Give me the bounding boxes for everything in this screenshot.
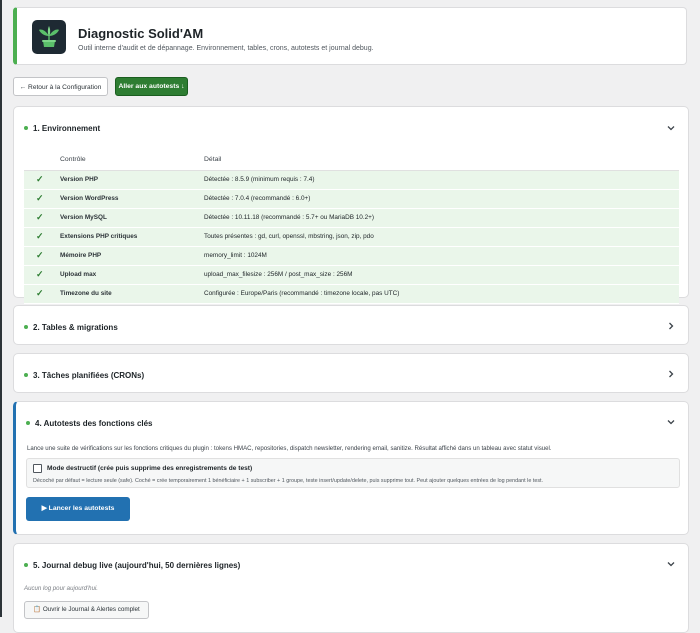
- section-tables-header[interactable]: 2. Tables & migrations: [24, 306, 118, 350]
- status-dot-icon: [24, 562, 28, 567]
- check-icon: ✓: [36, 212, 44, 222]
- status-dot-icon: [24, 324, 28, 329]
- row-detail: Toutes présentes : gd, curl, openssl, mb…: [204, 233, 374, 240]
- row-control: Version MySQL: [60, 214, 107, 221]
- environment-table: Contrôle Détail ✓ Version PHP Détectée :…: [24, 152, 679, 304]
- table-row: ✓ Version MySQL Détectée : 10.11.18 (rec…: [24, 209, 679, 228]
- column-header-detail: Détail: [204, 156, 222, 163]
- status-dot-icon: [26, 420, 30, 425]
- destructive-mode-checkbox[interactable]: [33, 464, 42, 473]
- section-environment: 1. Environnement Contrôle Détail ✓ Versi…: [13, 106, 689, 304]
- section-crons-header[interactable]: 3. Tâches planifiées (CRONs): [24, 354, 144, 398]
- row-detail: upload_max_filesize : 256M / post_max_si…: [204, 271, 353, 278]
- window-edge: [0, 0, 2, 617]
- check-icon: ✓: [36, 269, 44, 279]
- table-row: ✓ Timezone du site Configurée : Europe/P…: [24, 285, 679, 304]
- table-row: ✓ Mémoire PHP memory_limit : 1024M: [24, 247, 679, 266]
- row-detail: Configurée : Europe/Paris (recommandé : …: [204, 290, 400, 297]
- row-detail: Détectée : 7.0.4 (recommandé : 6.0+): [204, 195, 311, 202]
- row-detail: memory_limit : 1024M: [204, 252, 267, 259]
- status-dot-icon: [24, 125, 28, 130]
- row-detail: Détectée : 10.11.18 (recommandé : 5.7+ o…: [204, 214, 375, 221]
- destructive-mode-label[interactable]: Mode destructif (crée puis supprime des …: [47, 465, 252, 472]
- journal-empty-message: Aucun log pour aujourd'hui.: [24, 585, 99, 592]
- autotests-description: Lance une suite de vérifications sur les…: [27, 445, 552, 452]
- row-control: Extensions PHP critiques: [60, 233, 138, 240]
- column-header-control: Contrôle: [60, 156, 86, 163]
- open-journal-button[interactable]: 📋 Ouvrir le Journal & Alertes complet: [24, 601, 149, 619]
- table-row: ✓ Extensions PHP critiques Toutes présen…: [24, 228, 679, 247]
- table-header: Contrôle Détail: [24, 152, 679, 171]
- destructive-mode-help: Décoché par défaut = lecture seule (safe…: [33, 478, 544, 484]
- table-row: ✓ Version PHP Détectée : 8.5.9 (minimum …: [24, 171, 679, 190]
- plant-logo-icon: [39, 26, 59, 47]
- section-autotests-title: 4. Autotests des fonctions clés: [35, 419, 153, 428]
- section-environment-header[interactable]: 1. Environnement: [24, 107, 100, 151]
- table-row: ✓ Upload max upload_max_filesize : 256M …: [24, 266, 679, 285]
- row-control: Upload max: [60, 271, 97, 278]
- check-icon: ✓: [36, 174, 44, 184]
- section-tables-title: 2. Tables & migrations: [33, 323, 118, 332]
- table-row: ✓ Version WordPress Détectée : 7.0.4 (re…: [24, 190, 679, 209]
- section-crons-title: 3. Tâches planifiées (CRONs): [33, 371, 145, 380]
- chevron-down-icon[interactable]: [666, 417, 676, 427]
- section-autotests-header[interactable]: 4. Autotests des fonctions clés: [26, 402, 153, 446]
- check-icon: ✓: [36, 250, 44, 260]
- section-autotests: 4. Autotests des fonctions clés Lance un…: [13, 401, 689, 535]
- page-title: Diagnostic Solid'AM: [78, 26, 204, 41]
- row-control: Mémoire PHP: [60, 252, 102, 259]
- section-journal-header[interactable]: 5. Journal debug live (aujourd'hui, 50 d…: [24, 544, 240, 588]
- chevron-down-icon[interactable]: [666, 559, 676, 569]
- chevron-down-icon[interactable]: [666, 123, 676, 133]
- check-icon: ✓: [36, 288, 44, 298]
- destructive-mode-box: Mode destructif (crée puis supprime des …: [26, 458, 680, 488]
- section-tables[interactable]: 2. Tables & migrations: [13, 305, 689, 345]
- check-icon: ✓: [36, 231, 44, 241]
- section-crons[interactable]: 3. Tâches planifiées (CRONs): [13, 353, 689, 393]
- run-autotests-button[interactable]: ▶ Lancer les autotests: [26, 497, 130, 521]
- section-journal: 5. Journal debug live (aujourd'hui, 50 d…: [13, 543, 689, 633]
- chevron-right-icon[interactable]: [666, 321, 676, 331]
- row-control: Version WordPress: [60, 195, 119, 202]
- page-header: Diagnostic Solid'AM Outil interne d'audi…: [13, 7, 687, 65]
- back-to-config-button[interactable]: ← Retour à la Configuration: [13, 77, 108, 96]
- page-subtitle: Outil interne d'audit et de dépannage. E…: [78, 45, 374, 52]
- section-environment-title: 1. Environnement: [33, 124, 101, 133]
- status-dot-icon: [24, 372, 28, 377]
- row-detail: Détectée : 8.5.9 (minimum requis : 7.4): [204, 176, 315, 183]
- section-journal-title: 5. Journal debug live (aujourd'hui, 50 d…: [33, 561, 241, 570]
- row-control: Version PHP: [60, 176, 99, 183]
- row-control: Timezone du site: [60, 290, 112, 297]
- check-icon: ✓: [36, 193, 44, 203]
- go-to-autotests-button[interactable]: Aller aux autotests ↓: [115, 77, 188, 96]
- app-logo: [32, 20, 66, 54]
- chevron-right-icon[interactable]: [666, 369, 676, 379]
